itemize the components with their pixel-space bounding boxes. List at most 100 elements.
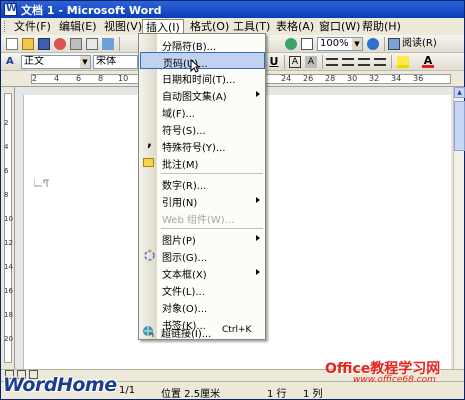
menu-view[interactable]: 视图(V) — [101, 19, 145, 34]
menu-item-special-symbol[interactable]: , 特殊符号(Y)... — [140, 136, 265, 154]
align-left-icon[interactable] — [325, 55, 339, 69]
menu-item-label: 自动图文集(A) — [162, 92, 227, 103]
styles-pane-icon[interactable]: A — [5, 55, 19, 69]
ruler-number: 10 — [118, 74, 129, 83]
menu-item-symbol[interactable]: 符号(S)... — [140, 120, 265, 137]
menu-item-shortcut: Ctrl+K — [222, 325, 252, 335]
ruler-number: 4 — [54, 74, 60, 83]
menu-item-label: 域(F)... — [162, 109, 196, 120]
paragraph-mark-icon — [43, 179, 49, 187]
align-center-icon[interactable] — [341, 55, 355, 69]
menu-item-label: 引用(N) — [162, 198, 198, 209]
submenu-arrow-icon — [256, 91, 260, 97]
ruler-number: 6 — [76, 74, 82, 83]
submenu-arrow-icon — [256, 269, 260, 275]
highlight-icon[interactable] — [396, 55, 410, 69]
menu-item-label: 页码(U)... — [163, 59, 208, 70]
status-line: 1 行 — [267, 389, 287, 400]
scroll-thumb[interactable] — [454, 101, 465, 151]
menu-tools[interactable]: 工具(T) — [230, 19, 273, 34]
menu-separator — [161, 228, 263, 229]
menu-window[interactable]: 窗口(W) — [316, 19, 363, 34]
char-shading-icon[interactable]: A — [304, 55, 318, 69]
menu-item-object[interactable]: 对象(O)... — [140, 298, 265, 315]
print-preview-icon[interactable] — [85, 37, 99, 51]
wordhome-watermark: WordHome — [3, 374, 117, 396]
menu-help[interactable]: 帮助(H) — [359, 19, 404, 34]
menu-item-label: 日期和时间(T)... — [162, 75, 236, 86]
vruler-number: 12 — [4, 239, 13, 247]
menu-item-autotext[interactable]: 自动图文集(A) — [140, 86, 265, 103]
chevron-down-icon[interactable]: ▼ — [80, 56, 90, 68]
ruler-number: 36 — [413, 74, 424, 83]
menu-item-picture[interactable]: 图片(P) — [140, 230, 265, 247]
style-value: 正文 — [24, 56, 44, 67]
vertical-ruler[interactable]: 2 4 6 8 10 12 14 16 18 20 — [1, 87, 15, 369]
font-color-icon[interactable]: A — [421, 55, 435, 69]
font-select[interactable]: 宋体 — [93, 55, 138, 69]
help-icon[interactable] — [366, 37, 380, 51]
menu-item-label: 数字(R)... — [162, 181, 207, 192]
menu-insert[interactable]: 插入(I) — [142, 19, 184, 34]
bullets-icon[interactable] — [373, 55, 387, 69]
menu-separator — [161, 173, 263, 174]
vruler-number: 4 — [4, 143, 9, 151]
menu-item-label: 符号(S)... — [162, 126, 206, 137]
style-select[interactable]: 正文 ▼ — [21, 55, 91, 69]
menu-item-file[interactable]: 文件(L)... — [140, 281, 265, 298]
underline-icon[interactable]: U — [267, 55, 281, 69]
menu-item-date-time[interactable]: 日期和时间(T)... — [140, 69, 265, 86]
menu-item-number[interactable]: 数字(R)... — [140, 175, 265, 192]
open-folder-icon[interactable] — [21, 37, 35, 51]
ruler-number: 8 — [98, 74, 104, 83]
hyperlink-toolbar-icon[interactable] — [284, 37, 298, 51]
menu-item-label: 图示(G)... — [162, 253, 208, 264]
scroll-up-button[interactable]: ▲ — [454, 87, 465, 98]
menu-table[interactable]: 表格(A) — [273, 19, 317, 34]
menu-item-web-component: Web 组件(W)... — [140, 209, 265, 226]
menu-file[interactable]: 文件(F) — [11, 19, 54, 34]
read-mode-button[interactable]: 阅读(R) — [402, 37, 437, 51]
save-icon[interactable] — [37, 37, 51, 51]
vertical-scrollbar[interactable]: ▲ — [453, 87, 465, 369]
comment-icon — [143, 158, 154, 167]
print-icon[interactable] — [69, 37, 83, 51]
chevron-down-icon[interactable]: ▼ — [352, 38, 362, 50]
zoom-select[interactable]: 100% ▼ — [317, 37, 363, 51]
menu-edit[interactable]: 编辑(E) — [56, 19, 100, 34]
menu-item-label: 特殊符号(Y)... — [162, 143, 226, 154]
word-window: 文档 1 - Microsoft Word 文件(F) 编辑(E) 视图(V) … — [0, 0, 465, 400]
menu-item-comment[interactable]: 批注(M) — [140, 154, 265, 171]
read-mode-icon[interactable] — [387, 37, 401, 51]
ruler-number: 28 — [325, 74, 336, 83]
office68-url-watermark: www.office68.com — [353, 375, 436, 385]
ruler-number: 34 — [391, 74, 402, 83]
vruler-number: 10 — [4, 215, 13, 223]
title-bar: 文档 1 - Microsoft Word — [1, 1, 464, 18]
menu-item-diagram[interactable]: 图示(G)... — [140, 247, 265, 264]
char-border-icon[interactable]: A — [288, 55, 302, 69]
menu-grip[interactable] — [4, 21, 7, 32]
menu-item-label: 批注(M) — [162, 160, 199, 171]
menu-item-label: 超链接(I)... — [161, 329, 212, 340]
vruler-number: 8 — [4, 191, 9, 199]
menu-item-page-numbers[interactable]: 页码(U)... — [140, 52, 265, 70]
new-document-icon[interactable] — [5, 37, 19, 51]
menu-item-label: 文本框(X) — [162, 270, 207, 281]
word-app-icon — [4, 3, 17, 16]
spelling-icon[interactable] — [101, 37, 115, 51]
menu-item-hyperlink[interactable]: 超链接(I)... Ctrl+K — [139, 323, 264, 340]
menu-format[interactable]: 格式(O) — [187, 19, 232, 34]
vruler-number: 2 — [4, 119, 9, 127]
justify-icon[interactable] — [357, 55, 371, 69]
menu-item-break[interactable]: 分隔符(B)... — [140, 36, 265, 53]
ruler-number: 24 — [281, 74, 292, 83]
menu-item-label: 分隔符(B)... — [162, 42, 217, 53]
permission-icon[interactable] — [53, 37, 67, 51]
menu-item-reference[interactable]: 引用(N) — [140, 192, 265, 209]
menu-item-field[interactable]: 域(F)... — [140, 103, 265, 120]
menu-item-text-box[interactable]: 文本框(X) — [140, 264, 265, 281]
diagram-icon — [143, 249, 156, 262]
table-icon[interactable] — [300, 37, 314, 51]
mouse-pointer-icon — [190, 59, 200, 73]
